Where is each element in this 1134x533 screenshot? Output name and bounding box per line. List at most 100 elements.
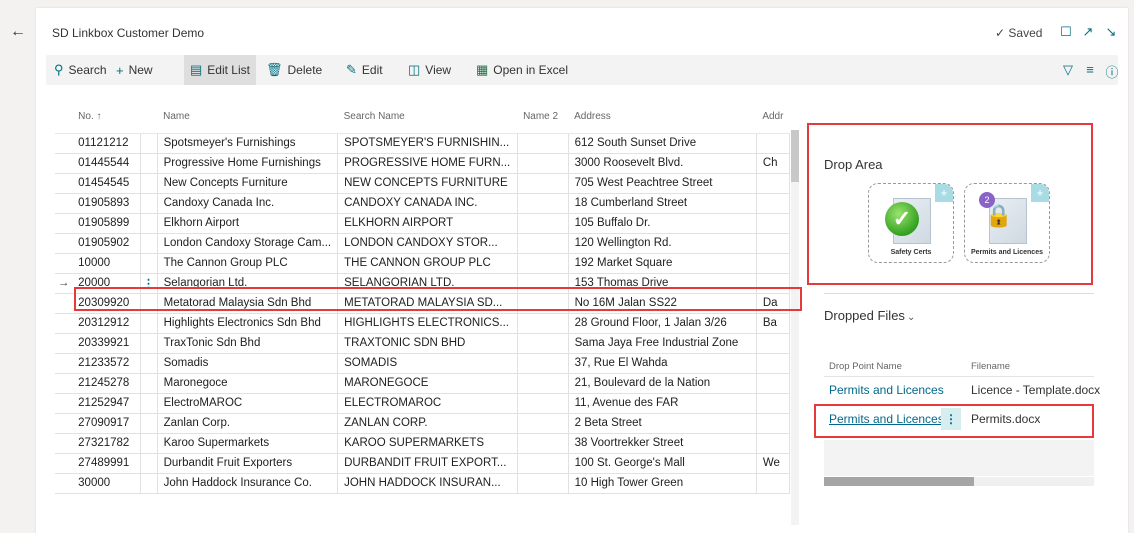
cell-no[interactable]: 27321782	[72, 433, 141, 454]
filter-icon[interactable]: ▽	[1060, 62, 1076, 78]
cell-no[interactable]: 01905893	[72, 193, 141, 214]
view-button[interactable]: ◫ View	[402, 55, 457, 85]
column-header-no[interactable]: No. ↑	[72, 99, 140, 134]
search-button[interactable]: ⚲ Search	[48, 55, 113, 85]
tile-add-icon[interactable]: +	[1031, 184, 1049, 202]
drop-tile-permits-and-licences[interactable]: + 🔒 2 Permits and Licences	[964, 183, 1050, 263]
cell-name-2	[517, 273, 569, 294]
cell-address: 105 Buffalo Dr.	[568, 213, 757, 234]
view-icon: ◫	[408, 62, 421, 77]
cell-name-2	[517, 453, 569, 474]
table-row[interactable]: 27489991 Durbandit Fruit Exporters DURBAND…	[55, 453, 790, 474]
column-header-name-2[interactable]: Name 2	[517, 99, 569, 134]
cell-no[interactable]: 27090917	[72, 413, 141, 434]
cell-name: Maronegoce	[157, 373, 339, 394]
table-row[interactable]: 01445544 Progressive Home Furnishings PROG…	[55, 153, 790, 174]
new-label: New	[128, 63, 153, 77]
table-row[interactable]: 30000 John Haddock Insurance Co. JOHN HADD…	[55, 473, 790, 494]
drop-point-link[interactable]: Permits and Licences	[829, 383, 944, 397]
row-actions-button[interactable]: ⋮	[140, 273, 158, 294]
table-row[interactable]: 20309920 Metatorad Malaysia Sdn Bhd METATO…	[55, 293, 790, 314]
cell-address-2	[756, 433, 790, 454]
cell-name: Spotsmeyer's Furnishings	[157, 133, 339, 154]
back-arrow-icon[interactable]: ←	[6, 20, 30, 44]
table-row[interactable]: 20312912 Highlights Electronics Sdn Bhd HI…	[55, 313, 790, 334]
cell-address-2	[756, 353, 790, 374]
table-row[interactable]: 01121212 Spotsmeyer's Furnishings SPOTSMEY…	[55, 133, 790, 154]
table-row[interactable]: 01454545 New Concepts Furniture NEW CONCEP…	[55, 173, 790, 194]
dropped-files-label: Dropped Files	[824, 308, 905, 323]
row-actions-spacer	[140, 233, 158, 254]
cell-name: London Candoxy Storage Cam...	[157, 233, 339, 254]
horizontal-scrollbar[interactable]	[824, 477, 1094, 486]
row-actions-spacer	[140, 173, 158, 194]
table-row[interactable]: → 20000 ⋮ Selangorian Ltd. SELANGORIAN LTD. 1…	[55, 273, 790, 294]
cell-name-2	[517, 313, 569, 334]
new-button[interactable]: + New	[110, 55, 159, 85]
cell-no[interactable]: 21252947	[72, 393, 141, 414]
cell-no[interactable]: 20339921	[72, 333, 141, 354]
open-in-excel-button[interactable]: ▦ Open in Excel	[470, 55, 574, 85]
cell-no[interactable]: 20312912	[72, 313, 141, 334]
cell-name: Zanlan Corp.	[157, 413, 339, 434]
column-header-address[interactable]: Address	[568, 99, 757, 134]
table-row[interactable]: 21252947 ElectroMAROC ELECTROMAROC 11, Aven…	[55, 393, 790, 414]
cell-no[interactable]: 01905902	[72, 233, 141, 254]
dropped-files-title[interactable]: Dropped Files ⌄	[824, 308, 915, 323]
vertical-scrollbar[interactable]	[791, 130, 799, 525]
edit-button[interactable]: ✎ Edit	[340, 55, 389, 85]
scrollbar-thumb[interactable]	[824, 477, 974, 486]
cell-address: 10 High Tower Green	[568, 473, 757, 494]
cell-address: Sama Jaya Free Industrial Zone	[568, 333, 757, 354]
table-row[interactable]: 20339921 TraxTonic Sdn Bhd TRAXTONIC SDN B…	[55, 333, 790, 354]
column-header-address-2[interactable]: Addr	[756, 99, 790, 134]
edit-list-button[interactable]: ▤ Edit List	[184, 55, 256, 85]
table-row[interactable]: 10000 The Cannon Group PLC THE CANNON GROU…	[55, 253, 790, 274]
delete-button[interactable]: 🗑 Delete	[260, 55, 328, 85]
filename: Licence - Template.docx	[971, 383, 1101, 397]
collapse-icon[interactable]: ↘	[1103, 24, 1119, 40]
scrollbar-thumb[interactable]	[791, 130, 799, 182]
cell-no[interactable]: 20309920	[72, 293, 141, 314]
cell-address-2	[756, 193, 790, 214]
cell-address-2	[756, 233, 790, 254]
drop-point-link[interactable]: Permits and Licences	[829, 412, 944, 426]
cell-no[interactable]: 20000	[72, 273, 141, 294]
cell-no[interactable]: 01121212	[72, 133, 141, 154]
cell-address: 612 South Sunset Drive	[568, 133, 757, 154]
cell-search-name: THE CANNON GROUP PLC	[337, 253, 518, 274]
cell-address-2	[756, 373, 790, 394]
cell-name-2	[517, 173, 569, 194]
table-row[interactable]: 01905899 Elkhorn Airport ELKHORN AIRPORT 10…	[55, 213, 790, 234]
bookmark-icon[interactable]: ☐	[1058, 24, 1074, 40]
table-row[interactable]: 21245278 Maronegoce MARONEGOCE 21, Boulevar…	[55, 373, 790, 394]
row-actions-spacer	[140, 133, 158, 154]
column-header-name[interactable]: Name	[157, 99, 338, 134]
cell-no[interactable]: 21245278	[72, 373, 141, 394]
info-icon[interactable]: ⓘ	[1104, 62, 1120, 81]
cell-no[interactable]: 10000	[72, 253, 141, 274]
tile-add-icon[interactable]: +	[935, 184, 953, 202]
cell-no[interactable]: 01445544	[72, 153, 141, 174]
cell-name-2	[517, 133, 569, 154]
table-row[interactable]: 27090917 Zanlan Corp. ZANLAN CORP. 2 Beta S…	[55, 413, 790, 434]
table-row[interactable]: 01905902 London Candoxy Storage Cam... LON…	[55, 233, 790, 254]
cell-no[interactable]: 30000	[72, 473, 141, 494]
table-row[interactable]: 21233572 Somadis SOMADIS 37, Rue El Wahda	[55, 353, 790, 374]
drop-tile-safety-certs[interactable]: + ✓ Safety Certs	[868, 183, 954, 263]
cell-address: 28 Ground Floor, 1 Jalan 3/26	[568, 313, 757, 334]
cell-no[interactable]: 27489991	[72, 453, 141, 474]
row-actions-button[interactable]: ⋮	[941, 408, 961, 430]
cell-no[interactable]: 01905899	[72, 213, 141, 234]
table-row[interactable]: 27321782 Karoo Supermarkets KAROO SUPERMAR…	[55, 433, 790, 454]
cell-name-2	[517, 153, 569, 174]
cell-address: 18 Cumberland Street	[568, 193, 757, 214]
cell-no[interactable]: 01454545	[72, 173, 141, 194]
table-row[interactable]: 01905893 Candoxy Canada Inc. CANDOXY CANAD…	[55, 193, 790, 214]
list-view-icon[interactable]: ≡	[1082, 62, 1098, 77]
cell-no[interactable]: 21233572	[72, 353, 141, 374]
column-header-search-name[interactable]: Search Name	[337, 99, 518, 134]
cell-address-2: Ch	[756, 153, 790, 174]
open-new-window-icon[interactable]: ↗	[1080, 24, 1096, 40]
row-indicator-icon	[55, 473, 73, 494]
